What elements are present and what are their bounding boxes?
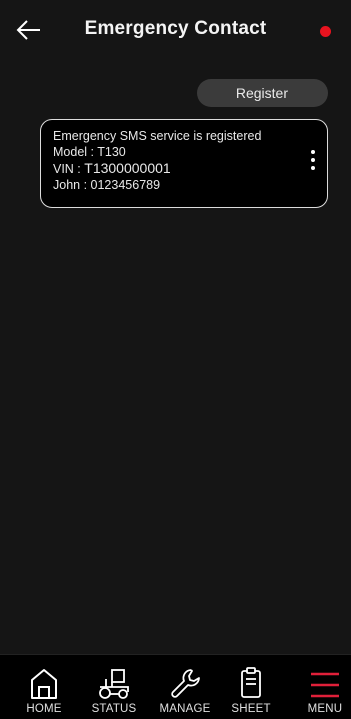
hamburger-menu-icon [311, 672, 339, 698]
registration-status-text: Emergency SMS service is registered [53, 129, 262, 143]
nav-sheet[interactable]: SHEET [219, 655, 283, 719]
model-text: Model : T130 [53, 145, 126, 159]
vin-value: T1300000001 [84, 160, 171, 176]
nav-menu-label: MENU [307, 703, 343, 715]
page-title: Emergency Contact [84, 18, 267, 39]
register-button[interactable]: Register [197, 79, 328, 107]
header-bar: Emergency Contact [0, 0, 351, 58]
nav-manage-label: MANAGE [159, 703, 211, 715]
contact-text: John : 0123456789 [53, 178, 161, 192]
more-vertical-icon[interactable] [307, 148, 319, 176]
vin-label: VIN : [53, 162, 85, 176]
nav-menu[interactable]: MENU [293, 655, 351, 719]
status-indicator-dot [320, 26, 331, 37]
nav-manage[interactable]: MANAGE [153, 655, 217, 719]
nav-sheet-label: SHEET [231, 703, 271, 715]
app-screen: Emergency Contact Register Emergency SMS… [0, 0, 351, 719]
nav-home-label: HOME [26, 703, 62, 715]
nav-home[interactable]: HOME [12, 655, 76, 719]
home-icon [31, 669, 57, 699]
wrench-icon [171, 669, 200, 698]
vin-row: VIN : T1300000001 [53, 160, 327, 177]
emergency-contact-card: Emergency SMS service is registered Mode… [40, 119, 328, 208]
nav-status[interactable]: STATUS [82, 655, 146, 719]
bottom-navigation: HOME STATUS MANAGE SHEET MENU [0, 654, 351, 719]
tractor-icon [99, 669, 129, 699]
clipboard-icon [241, 667, 261, 698]
nav-status-label: STATUS [91, 703, 137, 715]
